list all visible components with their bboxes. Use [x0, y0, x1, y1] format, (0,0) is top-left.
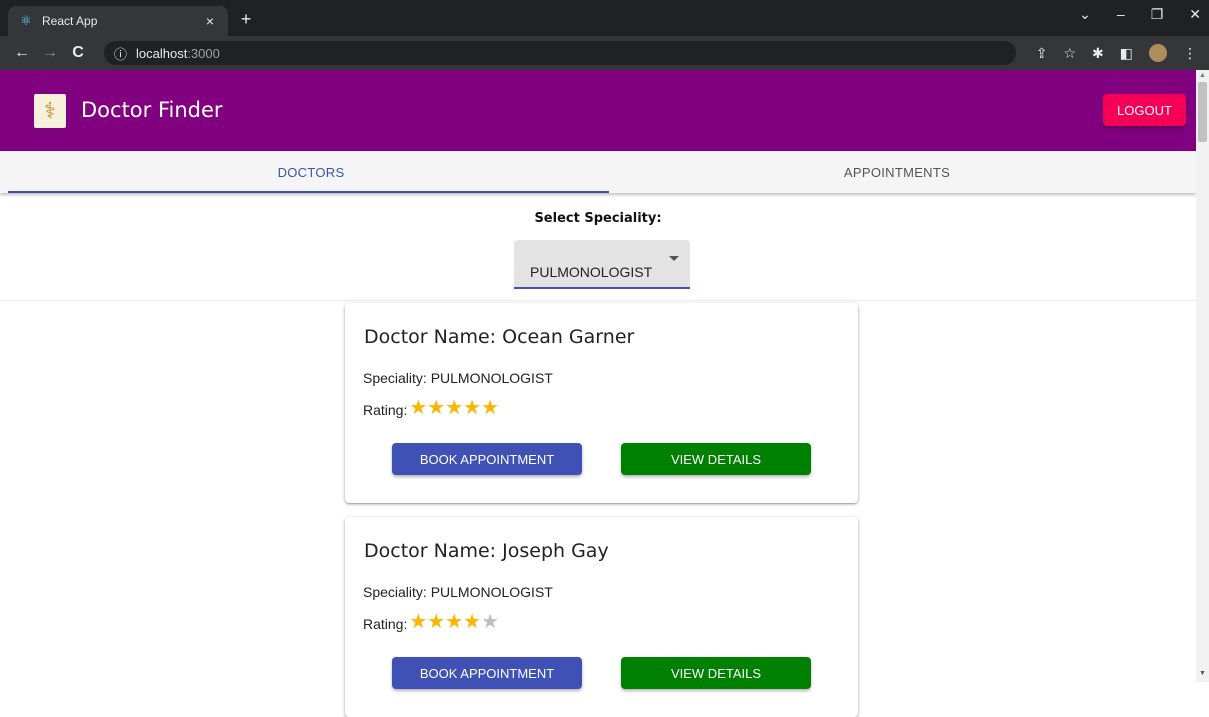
book-appointment-button[interactable]: BOOK APPOINTMENT [392, 443, 582, 475]
page-scrollbar[interactable]: ▲ ▼ [1196, 70, 1209, 682]
share-icon[interactable]: ⇪ [1036, 45, 1048, 62]
book-appointment-button[interactable]: BOOK APPOINTMENT [392, 657, 582, 689]
star-filled-icon: ★ [445, 397, 464, 419]
minimize-icon[interactable]: – [1117, 6, 1125, 23]
close-window-icon[interactable]: ✕ [1189, 6, 1201, 23]
url-host: localhost [136, 45, 188, 61]
react-favicon-icon: ⚛ [20, 13, 32, 28]
back-icon[interactable]: ← [8, 44, 36, 62]
doctor-speciality: Speciality: PULMONOLOGIST [363, 584, 553, 600]
speciality-select-value: PULMONOLOGIST [530, 264, 653, 280]
main-tabs: DOCTORS APPOINTMENTS [0, 151, 1196, 193]
doctor-name: Doctor Name: Ocean Garner [364, 326, 635, 348]
caret-down-icon [669, 256, 679, 261]
tab-indicator [8, 191, 609, 193]
tab-close-icon[interactable]: × [202, 13, 218, 29]
tab-search-icon[interactable]: ⌄ [1079, 6, 1091, 23]
view-details-button[interactable]: VIEW DETAILS [621, 657, 811, 689]
star-filled-icon: ★ [409, 611, 428, 633]
rating-label: Rating: [363, 616, 408, 632]
tab-appointments[interactable]: APPOINTMENTS [598, 151, 1196, 193]
divider [0, 300, 1196, 301]
rating-stars: ★ ★ ★ ★ ★ [409, 612, 499, 632]
extensions-icon[interactable]: ✱ [1092, 45, 1104, 62]
url-port: :3000 [187, 45, 220, 61]
new-tab-button[interactable]: + [236, 9, 256, 30]
view-details-button[interactable]: VIEW DETAILS [621, 443, 811, 475]
star-filled-icon: ★ [445, 611, 464, 633]
app-title: Doctor Finder [81, 98, 223, 122]
doctor-rating: Rating: ★ ★ ★ ★ ★ [363, 612, 499, 632]
browser-toolbar: ← → C ⓘ localhost:3000 ⇪ ☆ ✱ ◧ ⋮ [0, 36, 1209, 70]
menu-icon[interactable]: ⋮ [1183, 45, 1197, 62]
forward-icon[interactable]: → [36, 44, 64, 62]
browser-tabstrip: ⚛ React App × + ⌄ – ❐ ✕ [0, 0, 1209, 36]
star-filled-icon: ★ [409, 397, 428, 419]
speciality-label: Select Speciality: [534, 211, 662, 226]
profile-avatar[interactable] [1149, 44, 1167, 62]
star-filled-icon: ★ [463, 611, 482, 633]
restore-icon[interactable]: ❐ [1151, 6, 1164, 23]
site-info-icon[interactable]: ⓘ [114, 44, 128, 63]
doctor-rating: Rating: ★ ★ ★ ★ ★ [363, 398, 499, 418]
rating-label: Rating: [363, 402, 408, 418]
doctor-card: Doctor Name: Ocean Garner Speciality: PU… [345, 303, 858, 503]
logout-button[interactable]: LOGOUT [1103, 94, 1186, 126]
star-icon[interactable]: ☆ [1063, 45, 1076, 62]
scrollbar-thumb[interactable] [1198, 82, 1207, 142]
scroll-up-icon[interactable]: ▲ [1199, 72, 1206, 79]
speciality-select[interactable]: PULMONOLOGIST [514, 240, 690, 289]
caduceus-logo-icon: ⚕ [34, 94, 66, 128]
star-filled-icon: ★ [427, 611, 446, 633]
scroll-down-icon[interactable]: ▼ [1199, 670, 1206, 677]
toolbar-actions: ⇪ ☆ ✱ ◧ ⋮ [1036, 44, 1197, 62]
tab-doctors[interactable]: DOCTORS [12, 151, 610, 193]
reload-icon[interactable]: C [64, 44, 92, 62]
browser-tab[interactable]: ⚛ React App × [8, 6, 228, 36]
star-empty-icon: ★ [481, 611, 500, 633]
star-filled-icon: ★ [463, 397, 482, 419]
sidepanel-icon[interactable]: ◧ [1120, 45, 1133, 62]
doctor-name: Doctor Name: Joseph Gay [364, 540, 609, 562]
app-header: ⚕ Doctor Finder LOGOUT [0, 70, 1196, 151]
window-controls: ⌄ – ❐ ✕ [1079, 6, 1201, 23]
star-filled-icon: ★ [481, 397, 500, 419]
tab-title: React App [42, 14, 98, 28]
doctor-speciality: Speciality: PULMONOLOGIST [363, 370, 553, 386]
doctor-card: Doctor Name: Joseph Gay Speciality: PULM… [345, 517, 858, 717]
star-filled-icon: ★ [427, 397, 446, 419]
rating-stars: ★ ★ ★ ★ ★ [409, 398, 499, 418]
address-bar[interactable]: ⓘ localhost:3000 [104, 41, 1016, 65]
